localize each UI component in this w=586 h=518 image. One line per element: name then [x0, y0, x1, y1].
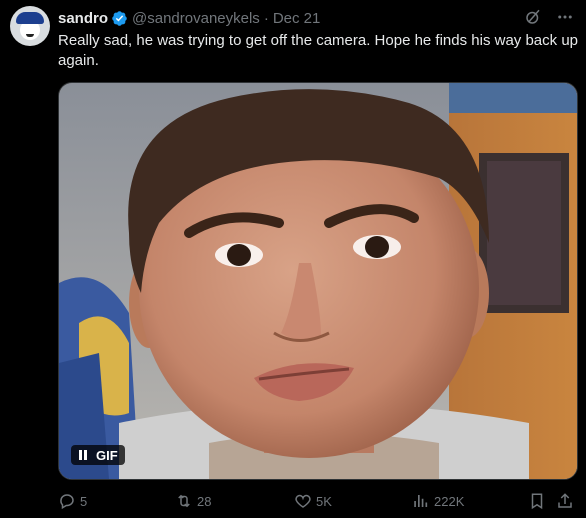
bookmark-button[interactable] [528, 492, 546, 510]
gif-frame [59, 83, 577, 479]
tweet-text: Really sad, he was trying to get off the… [58, 32, 579, 69]
views-icon [412, 492, 430, 510]
top-icons [524, 8, 574, 26]
reply-count: 5 [80, 493, 88, 509]
repost-count: 28 [197, 493, 212, 509]
gif-media[interactable]: GIF [58, 82, 578, 480]
pause-icon[interactable] [78, 449, 88, 461]
gif-badge[interactable]: GIF [71, 445, 125, 465]
views-button[interactable]: 222K [412, 492, 464, 510]
view-count: 222K [434, 493, 465, 509]
verified-badge-icon [111, 10, 128, 27]
share-icon [556, 492, 574, 510]
action-bar: 5 28 5K 222K [58, 490, 578, 514]
bookmark-icon [528, 492, 546, 510]
reply-button[interactable]: 5 [58, 492, 87, 510]
repost-button[interactable]: 28 [175, 492, 211, 510]
gif-label: GIF [96, 447, 118, 463]
like-button[interactable]: 5K [294, 492, 332, 510]
reply-icon [58, 492, 76, 510]
tweet-header: sandro @sandrovaneykels · Dec 21 [58, 8, 320, 28]
author-handle[interactable]: @sandrovaneykels [132, 10, 260, 27]
more-icon[interactable] [556, 8, 574, 26]
repost-icon [175, 492, 193, 510]
tweet-date[interactable]: Dec 21 [273, 10, 321, 27]
tweet[interactable]: sandro @sandrovaneykels · Dec 21 Really [0, 0, 586, 518]
share-button[interactable] [556, 492, 574, 510]
heart-icon [294, 492, 312, 510]
separator-dot: · [263, 9, 269, 27]
grok-icon[interactable] [524, 8, 542, 26]
avatar[interactable] [10, 6, 50, 46]
like-count: 5K [316, 493, 332, 509]
author-name[interactable]: sandro [58, 10, 108, 27]
